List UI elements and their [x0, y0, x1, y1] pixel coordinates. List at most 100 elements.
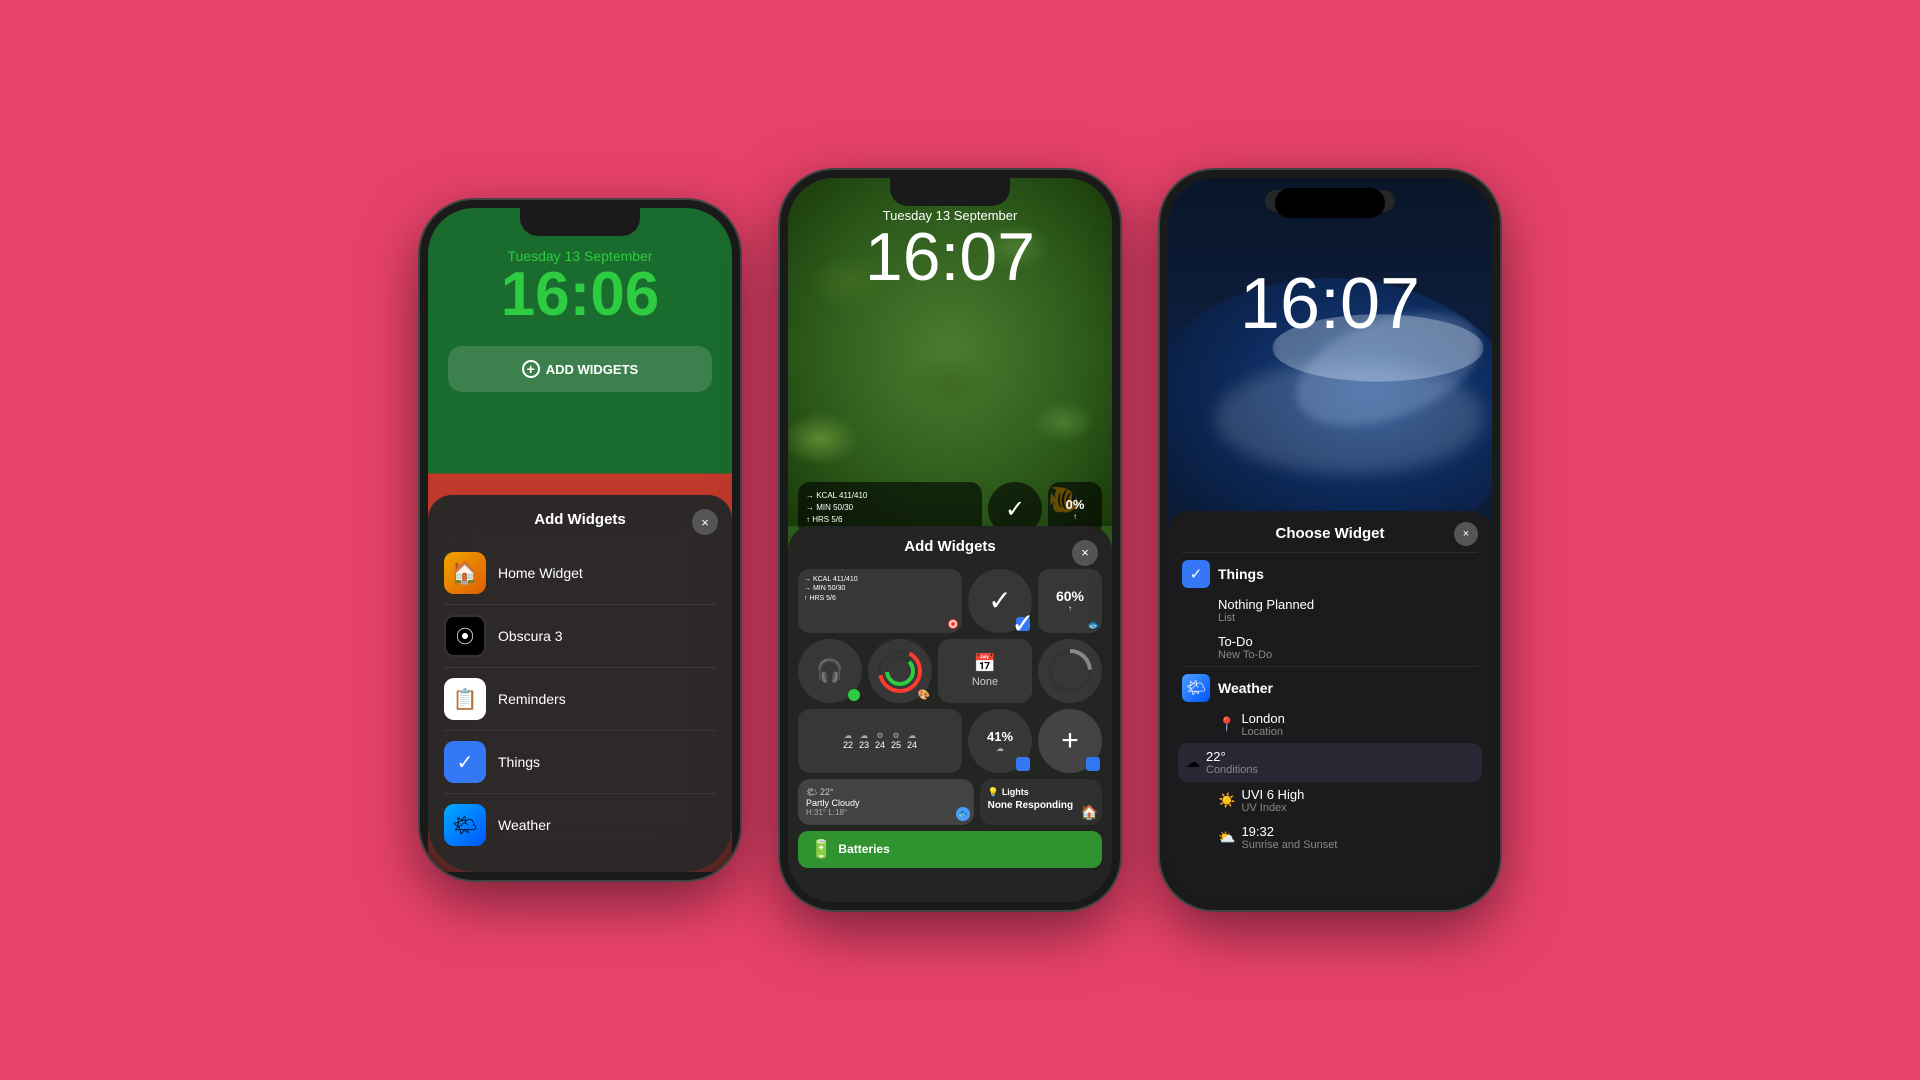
- weather-uvi[interactable]: ☀️ UVI 6 High UV Index: [1182, 782, 1478, 819]
- activity-grid-widget[interactable]: → KCAL 411/410 → MIN 50/30 ↑ HRS 5/6: [798, 569, 962, 633]
- cw-title: Choose Widget: [1275, 525, 1384, 542]
- calendar-widget[interactable]: ☁22 ☁23 ⚙24 ⚙25 ☁24: [798, 709, 962, 773]
- rings-emoji: 🎨: [918, 690, 930, 701]
- sun-icon: ☀️: [1218, 792, 1235, 809]
- uvi-row: ☀️ UVI 6 High UV Index: [1218, 787, 1478, 814]
- reminders-icon: 📋: [444, 678, 486, 720]
- phone-3-background: Tue 13 ⛅ 19:28 16:07 Choose Widget × ✓ T…: [1168, 178, 1492, 902]
- panel-close-2[interactable]: ×: [1072, 540, 1098, 566]
- batteries-bar[interactable]: 🔋 Batteries: [798, 831, 1102, 868]
- lights-widget[interactable]: 💡 Lights None Responding 🏠: [980, 779, 1102, 825]
- none-label: None: [972, 676, 998, 688]
- widget-row-4: 🌤 22° Partly Cloudy H:31° L:18° 🐟 💡 Ligh…: [798, 779, 1102, 825]
- cal-day-15: ⚙25: [891, 731, 901, 750]
- nothing-planned-label: Nothing Planned: [1218, 597, 1478, 612]
- widget-item-obscura[interactable]: ⦿ Obscura 3: [444, 605, 716, 668]
- phone-2: 🐠 Tuesday 13 September 16:07 → KCAL 411/…: [780, 170, 1120, 910]
- bulb-icon: 💡: [988, 787, 999, 798]
- things-section-icon: ✓: [1182, 560, 1210, 588]
- check-badge: ✓: [1016, 617, 1030, 631]
- widget-panel-1: Add Widgets × 🏠 Home Widget ⦿ Obscura 3 …: [428, 495, 732, 872]
- conditions-label: 22°: [1206, 749, 1258, 764]
- home-widget-icon: 🏠: [444, 552, 486, 594]
- green-dot: [848, 689, 860, 701]
- 41pct-widget[interactable]: 41% ☁: [968, 709, 1032, 773]
- plus-icon: +: [522, 360, 540, 378]
- plus-add-icon: +: [1061, 724, 1079, 758]
- add-widgets-area[interactable]: + ADD WIDGETS: [448, 346, 712, 392]
- lights-emoji: 🏠: [1081, 804, 1098, 821]
- percent-value: 0%: [1066, 497, 1085, 512]
- min-row: → MIN 50/30: [806, 502, 974, 514]
- notch-2: [890, 178, 1010, 206]
- widget-item-things[interactable]: ✓ Things: [444, 731, 716, 794]
- weather-desc: Partly Cloudy: [806, 798, 966, 808]
- things-label: Things: [498, 754, 540, 770]
- weather-conditions-selected[interactable]: ☁ 22° Conditions: [1178, 743, 1482, 782]
- 41pct-badge: [1016, 757, 1030, 771]
- uvi-label: UVI 6 High: [1241, 787, 1304, 802]
- weather-sunrise[interactable]: ⛅ 19:32 Sunrise and Sunset: [1182, 819, 1478, 856]
- sunrise-sub: Sunrise and Sunset: [1241, 839, 1337, 851]
- add-widgets-label: ADD WIDGETS: [546, 362, 638, 377]
- panel-title-2: Add Widgets: [798, 538, 1102, 555]
- widget-item-home[interactable]: 🏠 Home Widget: [444, 542, 716, 605]
- panel-title-1: Add Widgets: [444, 511, 716, 528]
- reminders-label: Reminders: [498, 691, 566, 707]
- weather-widget-wide[interactable]: 🌤 22° Partly Cloudy H:31° L:18° 🐟: [798, 779, 974, 825]
- calendar-days: ☁22 ☁23 ⚙24 ⚙25 ☁24: [843, 731, 917, 750]
- check-grid-widget[interactable]: ✓ ✓: [968, 569, 1032, 633]
- sunrise-row: ⛅ 19:32 Sunrise and Sunset: [1218, 824, 1478, 851]
- widget-row-3: ☁22 ☁23 ⚙24 ⚙25 ☁24 41% ☁ +: [798, 709, 1102, 773]
- plus-widget[interactable]: +: [1038, 709, 1102, 773]
- things-section-label: Things: [1218, 566, 1264, 582]
- cup-widget[interactable]: [1038, 639, 1102, 703]
- london-row: 📍 London Location: [1218, 711, 1478, 738]
- home-widget-label: Home Widget: [498, 565, 583, 581]
- percent-grid-widget[interactable]: 60% ↑ 🐟: [1038, 569, 1102, 633]
- phone-3-time: 16:07: [1168, 268, 1492, 340]
- uvi-sub: UV Index: [1241, 802, 1304, 814]
- phone-2-time: 16:07: [788, 223, 1112, 291]
- phone-1: Tuesday 13 September 16:06 + ADD WIDGETS…: [420, 200, 740, 880]
- location-icon: 📍: [1218, 716, 1235, 733]
- cal-day-12: ☁22: [843, 731, 853, 750]
- things-nothing-planned[interactable]: Nothing Planned List: [1182, 592, 1478, 629]
- widget-item-weather[interactable]: 🌤 Weather: [444, 794, 716, 856]
- hrs-row: ↑ HRS 5/6: [806, 514, 974, 526]
- things-icon: ✓: [444, 741, 486, 783]
- percent-arrow-2: ↑: [1068, 604, 1072, 613]
- weather-section: 🌤 Weather: [1182, 666, 1478, 706]
- conditions-sub: Conditions: [1206, 764, 1258, 776]
- panel-close-1[interactable]: ×: [692, 509, 718, 535]
- none-widget[interactable]: 📅 None: [938, 639, 1032, 703]
- things-section: ✓ Things: [1182, 552, 1478, 592]
- percent-arrow: ↑: [1073, 512, 1077, 521]
- things-to-do[interactable]: To-Do New To-Do: [1182, 629, 1478, 666]
- weather-badge: 🐟: [956, 807, 970, 821]
- cal-day-13: ☁23: [859, 731, 869, 750]
- to-do-sub: New To-Do: [1218, 649, 1478, 661]
- obscura-label: Obscura 3: [498, 628, 563, 644]
- cloud-icon: ☁: [1186, 754, 1200, 771]
- headphones-widget[interactable]: 🎧: [798, 639, 862, 703]
- sunrise-icon: ⛅: [1218, 829, 1235, 846]
- widget-item-reminders[interactable]: 📋 Reminders: [444, 668, 716, 731]
- lights-label: Lights: [1002, 787, 1029, 797]
- kcal-row: → KCAL 411/410: [806, 490, 974, 502]
- cw-close-button[interactable]: ×: [1454, 522, 1478, 546]
- choose-widget-panel: Choose Widget × ✓ Things Nothing Planned…: [1168, 511, 1492, 902]
- none-icon: 📅: [974, 653, 996, 674]
- phone-1-background: Tuesday 13 September 16:06 + ADD WIDGETS…: [428, 208, 732, 872]
- london-sub: Location: [1241, 726, 1284, 738]
- phone-2-background: 🐠 Tuesday 13 September 16:07 → KCAL 411/…: [788, 178, 1112, 902]
- notch: [520, 208, 640, 236]
- weather-london[interactable]: 📍 London Location: [1182, 706, 1478, 743]
- phone-1-time: 16:06: [448, 264, 712, 326]
- 41pct-label: 41%: [987, 729, 1013, 744]
- widget-row-2: 🎧 🎨 📅 None: [798, 639, 1102, 703]
- rings-widget[interactable]: 🎨: [868, 639, 932, 703]
- add-widgets-button[interactable]: + ADD WIDGETS: [462, 360, 698, 378]
- phone-3-screen: Tue 13 ⛅ 19:28 16:07 Choose Widget × ✓ T…: [1168, 178, 1492, 902]
- percent-label: 60%: [1056, 588, 1084, 604]
